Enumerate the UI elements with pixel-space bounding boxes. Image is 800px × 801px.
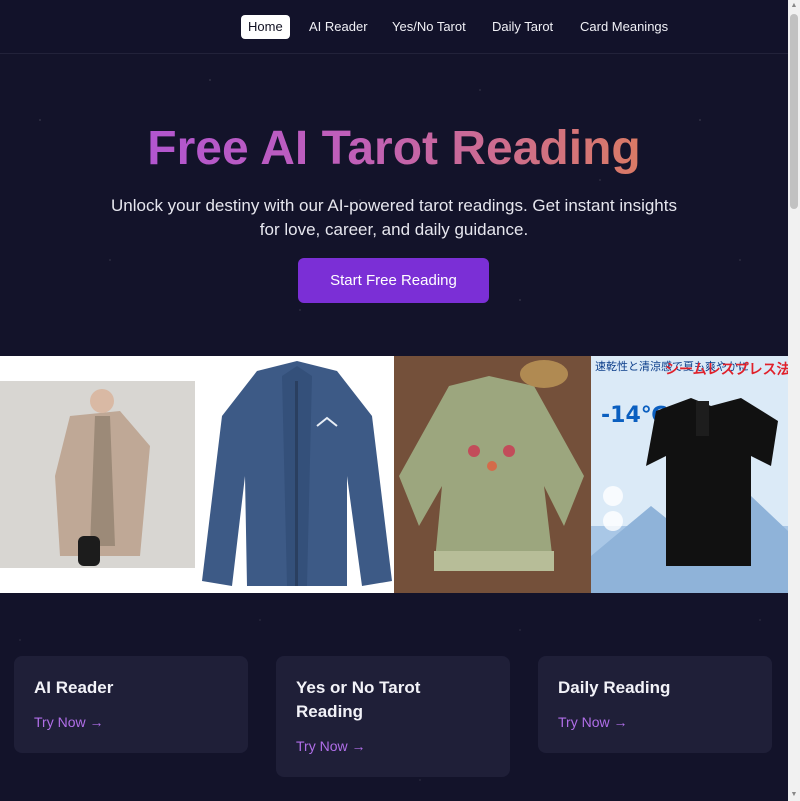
nav-yes-no-tarot[interactable]: Yes/No Tarot <box>392 15 466 39</box>
ad-banner-strip[interactable]: 速乾性と清涼感で夏も爽やかに シームレスプレス法 -14℃ <box>0 356 788 593</box>
ad-image-blouse[interactable] <box>394 356 591 593</box>
top-nav: Home AI Reader Yes/No Tarot Daily Tarot … <box>0 0 788 54</box>
nav-home[interactable]: Home <box>241 15 290 39</box>
card-title: Yes or No Tarot Reading <box>296 678 421 721</box>
scroll-thumb[interactable] <box>790 14 798 209</box>
card-title: Daily Reading <box>558 678 671 697</box>
feature-card-yes-no[interactable]: Yes or No Tarot Reading Try Now → <box>276 656 510 777</box>
feature-card-ai-reader[interactable]: AI Reader Try Now → <box>14 656 248 753</box>
try-now-link[interactable]: Try Now → <box>558 712 752 732</box>
ad-image-jacket[interactable] <box>197 356 394 593</box>
feature-card-daily[interactable]: Daily Reading Try Now → <box>538 656 772 753</box>
try-now-link[interactable]: Try Now → <box>34 712 228 732</box>
scroll-up-icon[interactable]: ▲ <box>790 2 798 10</box>
nav-ai-reader[interactable]: AI Reader <box>309 15 368 39</box>
ad-image-polo[interactable]: 速乾性と清涼感で夏も爽やかに シームレスプレス法 -14℃ <box>591 356 788 593</box>
nav-card-meanings[interactable]: Card Meanings <box>580 15 668 39</box>
start-reading-button[interactable]: Start Free Reading <box>298 258 489 303</box>
ad-jp-text-2: シームレスプレス法 <box>665 361 788 378</box>
hero-title: Free AI Tarot Reading <box>0 120 788 178</box>
card-title: AI Reader <box>34 678 114 697</box>
page-scrollbar[interactable]: ▲ ▼ <box>788 0 800 801</box>
scroll-down-icon[interactable]: ▼ <box>790 791 798 799</box>
hero-subtitle: Unlock your destiny with our AI-powered … <box>110 196 677 239</box>
nav-daily-tarot[interactable]: Daily Tarot <box>492 15 553 39</box>
try-now-link[interactable]: Try Now → <box>296 736 490 756</box>
ad-image-cardigan[interactable] <box>0 356 197 593</box>
